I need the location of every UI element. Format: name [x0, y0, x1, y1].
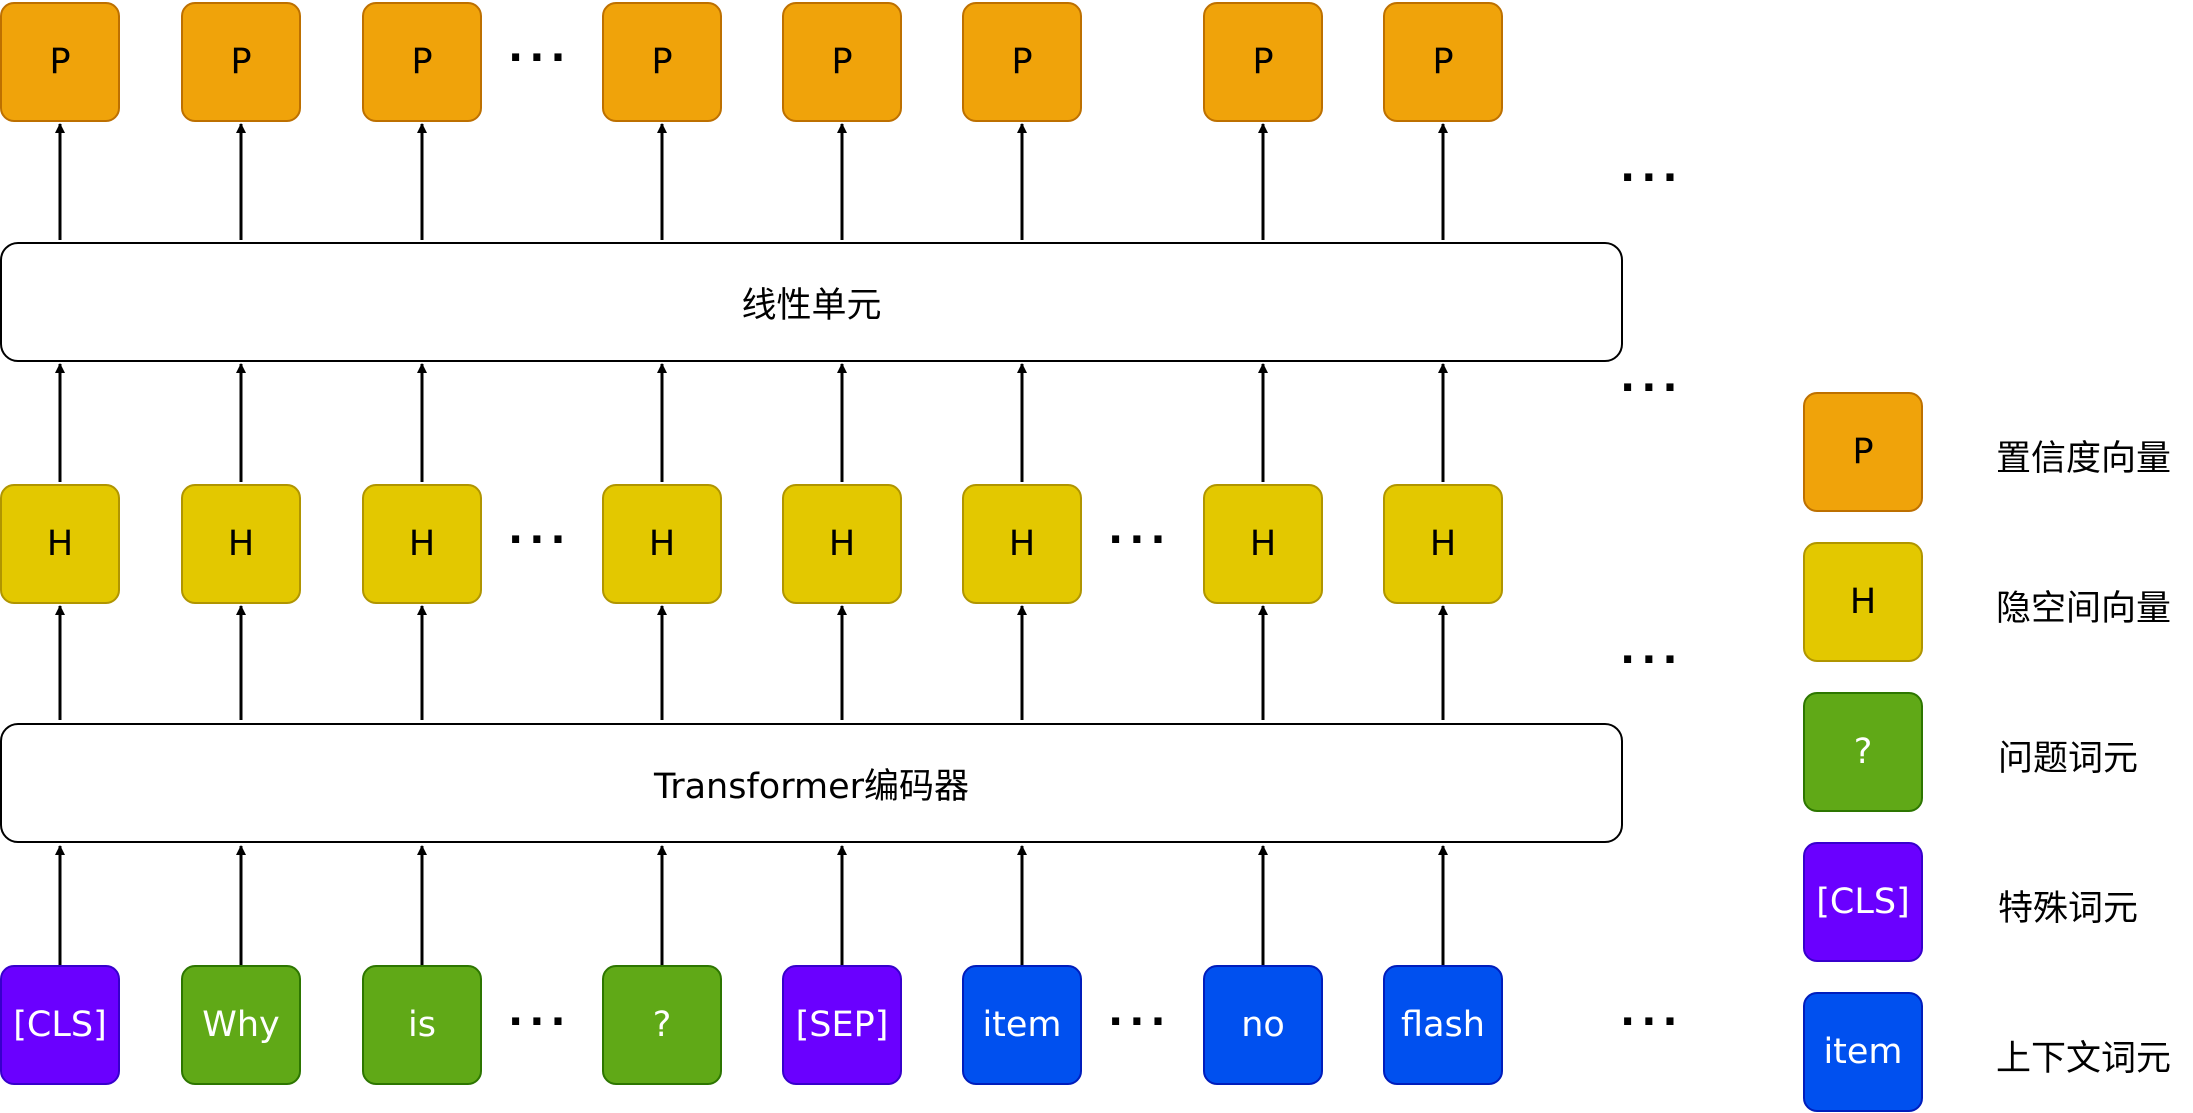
hidden-h-node: H [0, 484, 120, 604]
hidden-h-node: H [602, 484, 722, 604]
input-token-context: item [962, 965, 1082, 1085]
ellipsis: ··· [508, 35, 572, 81]
legend-swatch-green: ? [1803, 692, 1923, 812]
output-p-node: P [362, 2, 482, 122]
linear-unit-box: 线性单元 [0, 242, 1623, 362]
legend-label: 置信度向量 [1996, 439, 2172, 479]
ellipsis: ··· [1620, 637, 1684, 683]
transformer-encoder-box: Transformer编码器 [0, 723, 1623, 843]
input-token-special: [SEP] [782, 965, 902, 1085]
legend-label: 特殊词元 [1998, 889, 2139, 929]
input-token-question: ? [602, 965, 722, 1085]
ellipsis: ··· [1108, 999, 1172, 1045]
output-p-node: P [1383, 2, 1503, 122]
output-p-node: P [1203, 2, 1323, 122]
input-token-context: flash [1383, 965, 1503, 1085]
input-token-question: is [362, 965, 482, 1085]
legend-swatch-yellow: H [1803, 542, 1923, 662]
ellipsis: ··· [1108, 517, 1172, 563]
legend-swatch-blue: item [1803, 992, 1923, 1112]
input-token-question: Why [181, 965, 301, 1085]
hidden-h-node: H [782, 484, 902, 604]
hidden-h-node: H [1203, 484, 1323, 604]
ellipsis: ··· [1620, 365, 1684, 411]
hidden-h-node: H [1383, 484, 1503, 604]
hidden-h-node: H [181, 484, 301, 604]
ellipsis: ··· [508, 517, 572, 563]
output-p-node: P [962, 2, 1082, 122]
legend-swatch-orange: P [1803, 392, 1923, 512]
input-token-context: no [1203, 965, 1323, 1085]
output-p-node: P [181, 2, 301, 122]
hidden-h-node: H [362, 484, 482, 604]
ellipsis: ··· [1620, 999, 1684, 1045]
output-p-node: P [602, 2, 722, 122]
output-p-node: P [0, 2, 120, 122]
hidden-h-node: H [962, 484, 1082, 604]
input-token-special: [CLS] [0, 965, 120, 1085]
ellipsis: ··· [508, 999, 572, 1045]
output-p-node: P [782, 2, 902, 122]
legend-label: 问题词元 [1998, 739, 2139, 779]
legend-label: 上下文词元 [1996, 1039, 2172, 1079]
ellipsis: ··· [1620, 155, 1684, 201]
legend-swatch-purple: [CLS] [1803, 842, 1923, 962]
legend-label: 隐空间向量 [1996, 589, 2172, 629]
